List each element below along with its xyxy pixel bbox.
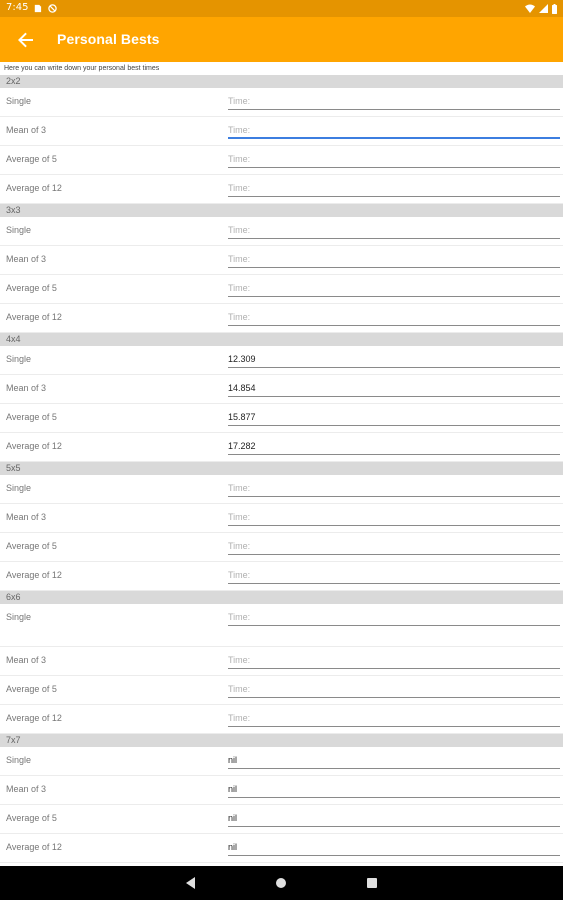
section-header-7x7: 7x7 [0,734,563,747]
section-header-5x5: 5x5 [0,462,563,475]
time-input[interactable]: Time: [228,280,560,297]
record-label: Mean of 3 [6,512,47,522]
record-label: Mean of 3 [6,784,47,794]
record-row: Average of 5 Time: [0,146,563,175]
record-row: Average of 5 Time: [0,676,563,705]
record-row: Average of 12 Time: [0,175,563,204]
time-input[interactable]: nil [228,752,560,769]
battery-icon [552,3,557,14]
record-label: Single [6,354,32,364]
record-label: Average of 12 [6,183,62,193]
record-label: Single [6,755,32,765]
record-row: Average of 12 Time: [0,304,563,333]
record-row: Single Time: [0,475,563,504]
status-bar: 7:45 [0,0,563,17]
time-input[interactable]: 14.854 [228,380,560,397]
record-label: Average of 5 [6,283,57,293]
page-title: Personal Bests [57,31,160,47]
record-label: Average of 12 [6,842,62,852]
record-label: Average of 5 [6,541,57,551]
record-label: Average of 12 [6,441,62,451]
record-label: Average of 5 [6,813,57,823]
record-row: Average of 12 Time: [0,705,563,734]
section-header-3x3: 3x3 [0,204,563,217]
record-label: Single [6,483,32,493]
time-input[interactable]: Time: [228,681,560,698]
time-input[interactable]: 17.282 [228,438,560,455]
time-input[interactable]: nil [228,810,560,827]
navigation-bar [0,866,563,900]
record-label: Single [6,612,32,622]
intro-text: Here you can write down your personal be… [0,62,563,75]
record-label: Single [6,96,32,106]
record-row: Single 12.309 [0,346,563,375]
status-indicators [525,3,557,14]
time-input[interactable]: Time: [228,180,560,197]
sim-card-icon [34,4,42,13]
record-row: Average of 5 Time: [0,533,563,562]
nav-home-icon[interactable] [273,875,289,891]
record-row: Mean of 3 Time: [0,504,563,533]
record-label: Average of 12 [6,312,62,322]
status-time: 7:45 [6,2,29,13]
record-row: Single Time: [0,88,563,117]
time-input[interactable]: Time: [228,509,560,526]
time-input[interactable]: Time: [228,251,560,268]
time-input[interactable]: 12.309 [228,351,560,368]
record-label: Average of 5 [6,412,57,422]
record-row: Average of 12 17.282 [0,433,563,462]
record-label: Average of 12 [6,570,62,580]
record-label: Average of 12 [6,713,62,723]
record-label: Mean of 3 [6,383,47,393]
signal-icon [539,4,548,13]
record-row: Mean of 3 Time: [0,647,563,676]
record-label: Average of 5 [6,154,57,164]
wifi-icon [525,4,535,13]
time-input[interactable]: Time: [228,652,560,669]
time-input[interactable]: Time: [228,567,560,584]
time-input[interactable]: 15.877 [228,409,560,426]
record-label: Mean of 3 [6,655,47,665]
time-input[interactable]: Time: [228,222,560,239]
section-header-2x2: 2x2 [0,75,563,88]
section-header-6x6: 6x6 [0,591,563,604]
time-input[interactable]: Time: [228,609,560,626]
time-input[interactable]: Time: [228,151,560,168]
no-disturb-icon [48,4,57,13]
nav-back-icon[interactable] [183,875,199,891]
record-row: Average of 5 nil [0,805,563,834]
back-arrow-icon[interactable] [14,28,38,52]
record-row: Average of 5 Time: [0,275,563,304]
record-label: Single [6,225,32,235]
time-input[interactable]: Time: [228,309,560,326]
record-row: Average of 12 nil [0,834,563,863]
section-header-4x4: 4x4 [0,333,563,346]
time-input[interactable]: Time: [228,710,560,727]
time-input[interactable]: Time: [228,93,560,110]
record-row: Mean of 3 nil [0,776,563,805]
record-row: Mean of 3 Time: [0,246,563,275]
personal-bests-list[interactable]: Here you can write down your personal be… [0,62,563,863]
record-row: Single Time: [0,604,563,647]
record-row: Mean of 3 14.854 [0,375,563,404]
time-input[interactable]: nil [228,781,560,798]
nav-recents-icon[interactable] [364,875,380,891]
time-input[interactable]: Time: [228,480,560,497]
app-bar: Personal Bests [0,17,563,62]
record-row: Mean of 3 Time: [0,117,563,146]
time-input[interactable]: nil [228,839,560,856]
record-row: Average of 5 15.877 [0,404,563,433]
record-label: Mean of 3 [6,254,47,264]
record-row: Single nil [0,747,563,776]
record-row: Single Time: [0,217,563,246]
time-input[interactable]: Time: [228,538,560,555]
record-row: Average of 12 Time: [0,562,563,591]
time-input-focused[interactable]: Time: [228,122,560,139]
record-label: Mean of 3 [6,125,47,135]
record-label: Average of 5 [6,684,57,694]
